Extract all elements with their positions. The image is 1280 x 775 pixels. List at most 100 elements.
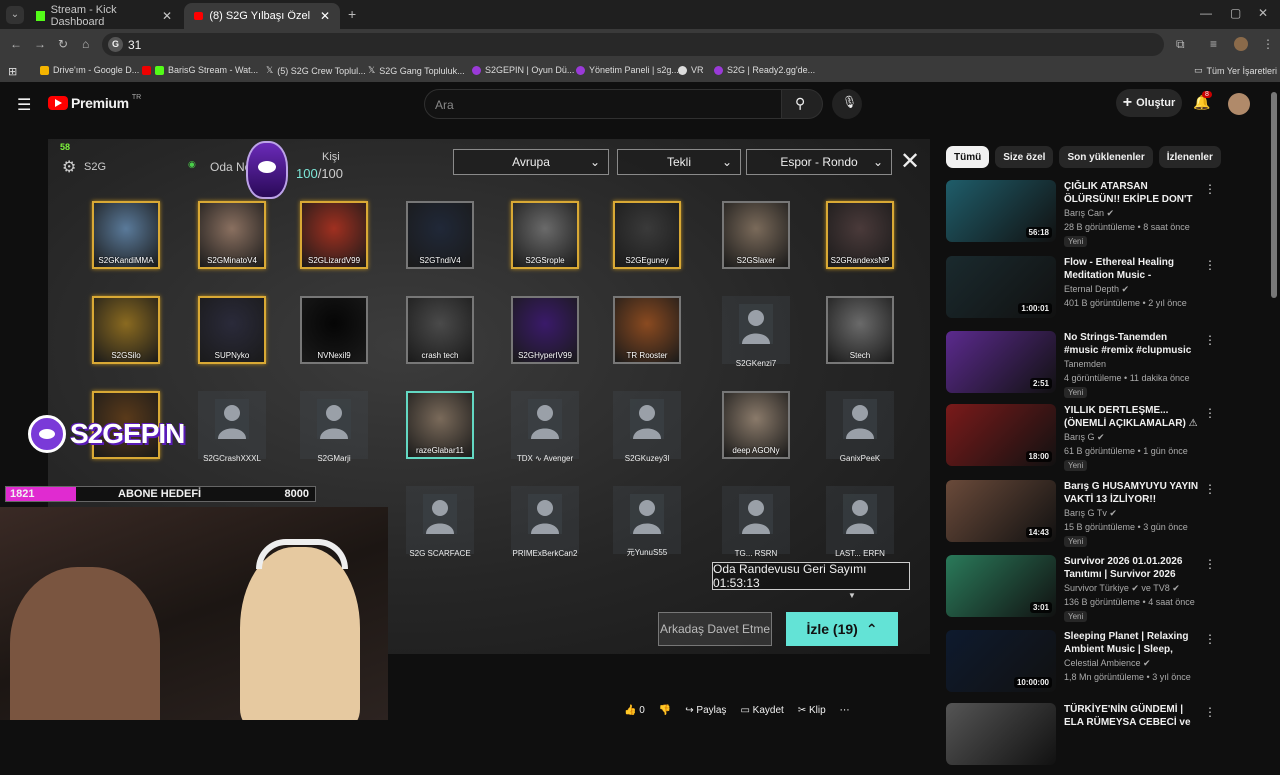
player-slot-empty[interactable]: S2G SCARFACE	[406, 486, 474, 558]
forward-icon[interactable]: →	[34, 37, 46, 51]
player-card[interactable]: S2GKandiMMA	[92, 201, 160, 269]
recommended-video[interactable]: 18:00 YILLIK DERTLEŞME... (ÖNEMLİ AÇIKLAM…	[946, 404, 1256, 476]
player-card[interactable]: S2GHyperIV99	[511, 296, 579, 364]
media-icon[interactable]: ≡	[1210, 37, 1217, 51]
search-input[interactable]: Ara	[424, 89, 782, 119]
player-card[interactable]: S2GEguney	[613, 201, 681, 269]
more-options-icon[interactable]: ⋮	[1204, 406, 1216, 420]
player-slot-empty[interactable]: PRIMExBerkCan2	[511, 486, 579, 558]
like-button[interactable]: 👍 0	[624, 705, 645, 716]
bookmark-s2gepin[interactable]: S2GEPIN | Oyun Dü...	[472, 65, 574, 75]
player-card[interactable]: S2GSlaxer	[722, 201, 790, 269]
more-options-icon[interactable]: ⋮	[1204, 632, 1216, 646]
player-card[interactable]: NVNexil9	[300, 296, 368, 364]
channel-name[interactable]: Barış G Tv ✔	[1064, 508, 1117, 519]
notifications-button[interactable]: 🔔 8	[1193, 91, 1212, 112]
video-thumbnail[interactable]: 3:01	[946, 555, 1056, 617]
minimize-icon[interactable]: —	[1200, 6, 1212, 20]
clip-button[interactable]: ✂ Klip	[798, 705, 826, 716]
tab-search-icon[interactable]: ⌄	[6, 6, 24, 24]
create-button[interactable]: + Oluştur	[1116, 89, 1182, 117]
channel-name[interactable]: Eternal Depth ✔	[1064, 284, 1129, 295]
bookmark-s2g-crew[interactable]: 𝕏 (5) S2G Crew Toplul...	[266, 65, 366, 76]
youtube-logo[interactable]: Premium TR	[48, 94, 141, 111]
channel-name[interactable]: Celestial Ambience ✔	[1064, 658, 1151, 669]
chip-watched[interactable]: İzlenenler	[1158, 146, 1221, 168]
player-card[interactable]: S2GMinatoV4	[198, 201, 266, 269]
search-button[interactable]: ⚲	[781, 89, 823, 119]
channel-name[interactable]: Barış G ✔	[1064, 432, 1105, 443]
more-actions-icon[interactable]: ⋯	[840, 705, 850, 716]
close-room-icon[interactable]: ✕	[900, 147, 920, 176]
home-icon[interactable]: ⌂	[82, 37, 89, 51]
mode-select[interactable]: Tekli ⌄	[617, 149, 741, 175]
bookmark-yonetim[interactable]: Yönetim Paneli | s2g...	[576, 65, 679, 75]
video-thumbnail[interactable]: 18:00	[946, 404, 1056, 466]
player-slot-empty[interactable]: S2GKuzey3l	[613, 391, 681, 463]
video-thumbnail[interactable]	[946, 703, 1056, 765]
player-card[interactable]: TR Rooster	[613, 296, 681, 364]
video-title[interactable]: Barış G HUSAMYUYU YAYIN VAKTİ 13 İZLİYOR…	[1064, 480, 1200, 506]
invite-friend-button[interactable]: Arkadaş Davet Etme	[658, 612, 772, 646]
player-card[interactable]: S2GSrople	[511, 201, 579, 269]
map-select[interactable]: Espor - Rondo ⌄	[746, 149, 892, 175]
more-options-icon[interactable]: ⋮	[1204, 182, 1216, 196]
video-title[interactable]: TÜRKİYE'NİN GÜNDEMİ | ELA RÜMEYSA CEBECİ…	[1064, 703, 1200, 729]
chip-all[interactable]: Tümü	[946, 146, 990, 168]
voice-search-button[interactable]: 🎙	[832, 89, 862, 119]
video-title[interactable]: Sleeping Planet | Relaxing Ambient Music…	[1064, 630, 1200, 656]
video-title[interactable]: No Strings-Tanemden #music #remix #clupm…	[1064, 331, 1200, 357]
tab-kick-dashboard[interactable]: Stream - Kick Dashboard ✕	[26, 3, 182, 29]
player-slot-empty[interactable]: S2GKenzi7	[722, 296, 790, 368]
menu-icon[interactable]: ⋮	[1262, 37, 1274, 51]
save-button[interactable]: ▭ Kaydet	[740, 705, 783, 716]
more-options-icon[interactable]: ⋮	[1204, 705, 1216, 719]
video-thumbnail[interactable]: 2:51	[946, 331, 1056, 393]
bookmark-ready2gg[interactable]: S2G | Ready2.gg'de...	[714, 65, 815, 75]
video-title[interactable]: Survivor 2026 01.01.2026 Tanıtımı | Surv…	[1064, 555, 1200, 581]
recommended-video[interactable]: 14:43 Barış G HUSAMYUYU YAYIN VAKTİ 13 İZ…	[946, 480, 1256, 552]
player-card[interactable]: razeGlabar11	[406, 391, 474, 459]
channel-name[interactable]: Barış Can ✔	[1064, 208, 1114, 219]
player-card[interactable]: S2GLizardV99	[300, 201, 368, 269]
account-avatar[interactable]	[1228, 93, 1250, 115]
watch-button[interactable]: İzle (19) ⌃	[786, 612, 898, 646]
video-title[interactable]: ÇIĞLIK ATARSAN ÖLÜRSÜN!! EKİPLE DON'T SC…	[1064, 180, 1200, 206]
omnibox[interactable]: G 31	[102, 33, 1164, 56]
player-card[interactable]: S2GRandexsNP	[826, 201, 894, 269]
close-icon[interactable]: ✕	[162, 9, 172, 23]
recommended-video[interactable]: 2:51 No Strings-Tanemden #music #remix #c…	[946, 331, 1256, 403]
all-bookmarks[interactable]: ▭ Tüm Yer İşaretleri	[1194, 65, 1277, 76]
chip-for-you[interactable]: Size özel	[995, 146, 1054, 168]
player-card[interactable]: crash tech	[406, 296, 474, 364]
more-options-icon[interactable]: ⋮	[1204, 333, 1216, 347]
player-card[interactable]: Stech	[826, 296, 894, 364]
player-slot-empty[interactable]: TG... RSRN	[722, 486, 790, 558]
apps-icon[interactable]: ⊞	[8, 65, 17, 78]
video-title[interactable]: Flow - Ethereal Healing Meditation Music…	[1064, 256, 1200, 282]
player-card[interactable]: SUPNyko	[198, 296, 266, 364]
scrollbar[interactable]	[1271, 92, 1277, 298]
close-window-icon[interactable]: ✕	[1258, 6, 1268, 20]
player-card[interactable]: deep AGONy	[722, 391, 790, 459]
video-thumbnail[interactable]: 1:00:01	[946, 256, 1056, 318]
recommended-video[interactable]: 1:00:01 Flow - Ethereal Healing Meditatio…	[946, 256, 1256, 328]
tab-youtube[interactable]: (8) S2G Yılbaşı Özel PUBG Mobi... ✕	[184, 3, 340, 29]
video-player[interactable]: 58 ⚙ S2G ◉ Oda No: Kişi 100/100 Avrupa ⌄ …	[0, 127, 930, 720]
back-icon[interactable]: ←	[10, 37, 22, 51]
more-options-icon[interactable]: ⋮	[1204, 258, 1216, 272]
bookmark-vr[interactable]: VR	[678, 65, 704, 75]
close-icon[interactable]: ✕	[320, 9, 330, 23]
profile-avatar[interactable]	[1234, 37, 1248, 51]
player-slot-empty[interactable]: S2GMarji	[300, 391, 368, 463]
player-slot-empty[interactable]: GanixPeeK	[826, 391, 894, 463]
player-card[interactable]: S2GTndiV4	[406, 201, 474, 269]
bookmark-s2g-gang[interactable]: 𝕏 S2G Gang Topluluk...	[368, 65, 465, 76]
player-card[interactable]: S2GSilo	[92, 296, 160, 364]
bookmark-barisg-stream[interactable]: BarisG Stream - Wat...	[142, 65, 258, 75]
channel-name[interactable]: Tanemden	[1064, 359, 1106, 369]
recommended-video[interactable]: 10:00:00 Sleeping Planet | Relaxing Ambie…	[946, 630, 1256, 702]
new-tab-icon[interactable]: +	[348, 6, 356, 22]
recommended-video[interactable]: 56:18 ÇIĞLIK ATARSAN ÖLÜRSÜN!! EKİPLE DON…	[946, 180, 1256, 252]
extensions-icon[interactable]: ⧉	[1176, 37, 1185, 52]
